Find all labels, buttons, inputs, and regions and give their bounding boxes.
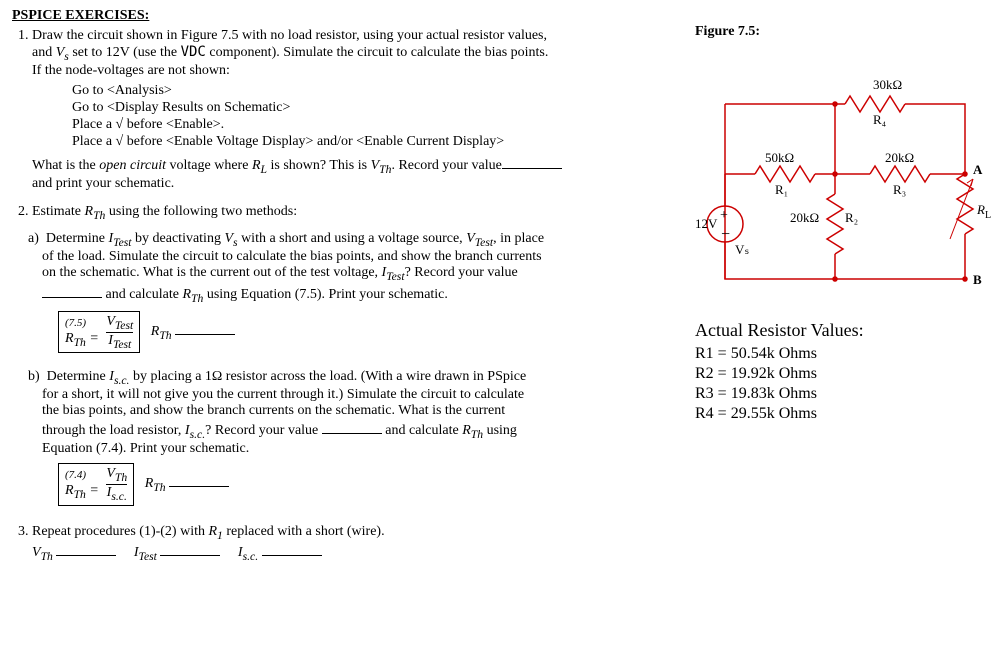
page-heading: PSPICE EXERCISES: [12, 8, 995, 24]
blank-vth [502, 154, 562, 169]
figure-title: Figure 7.5: [695, 24, 995, 40]
label-vs: Vₛ [735, 242, 749, 257]
equation-7-5: (7.5)RTh = VTest ITest [58, 311, 140, 354]
question-1: Draw the circuit shown in Figure 7.5 wit… [32, 28, 675, 192]
svg-text:B: B [973, 272, 982, 287]
blank-rth-b [169, 472, 229, 487]
label-r3: R₃ [893, 182, 906, 197]
blank-q3-vth [56, 541, 116, 556]
actual-r3: R3 = 19.83k Ohms [695, 385, 995, 403]
svg-text:30kΩ: 30kΩ [873, 77, 902, 92]
svg-text:L: L [985, 210, 991, 221]
actual-resistor-values: Actual Resistor Values: R1 = 50.54k Ohms… [695, 320, 995, 423]
label-r2: R₂ [845, 210, 858, 225]
actual-r1: R1 = 50.54k Ohms [695, 345, 995, 363]
svg-text:12V: 12V [695, 216, 718, 231]
svg-text:−: − [721, 226, 730, 243]
blank-q3-isc [262, 541, 322, 556]
svg-text:+: + [720, 208, 728, 223]
actual-r4: R4 = 29.55k Ohms [695, 405, 995, 423]
label-r4: R₄ [873, 112, 887, 127]
blank-rth-a [175, 320, 235, 335]
instruction-sublist: Go to <Analysis> Go to <Display Results … [72, 83, 675, 150]
question-3: Repeat procedures (1)-(2) with R1 replac… [32, 524, 675, 564]
svg-text:20kΩ: 20kΩ [790, 210, 819, 225]
svg-text:R: R [976, 202, 985, 217]
label-r1: R₁ [775, 182, 788, 197]
svg-text:50kΩ: 50kΩ [765, 150, 794, 165]
circuit-diagram: 30kΩ R₄ 50kΩ R₁ 20kΩ R₃ R₂ 20kΩ + − 12V … [695, 44, 995, 304]
exercise-text: Draw the circuit shown in Figure 7.5 wit… [12, 24, 675, 575]
blank-itest [42, 283, 102, 298]
question-2: Estimate RTh using the following two met… [32, 204, 675, 512]
blank-q3-itest [160, 541, 220, 556]
svg-text:A: A [973, 162, 983, 177]
equation-7-4: (7.4)RTh = VTh Is.c. [58, 463, 134, 506]
svg-text:20kΩ: 20kΩ [885, 150, 914, 165]
actual-r2: R2 = 19.92k Ohms [695, 365, 995, 383]
blank-isc [322, 419, 382, 434]
